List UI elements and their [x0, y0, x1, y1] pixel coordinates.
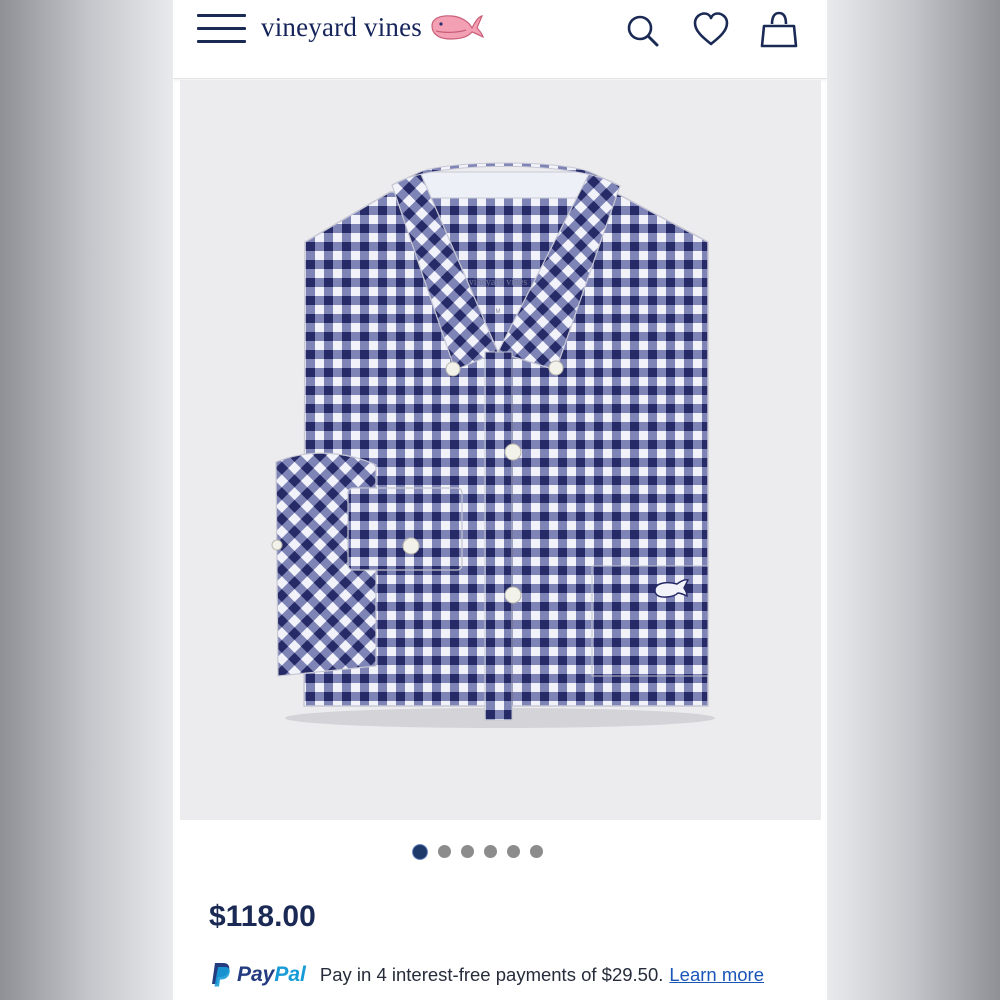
image-carousel-dots [173, 843, 827, 861]
bag-icon[interactable] [759, 10, 799, 50]
carousel-dot[interactable] [530, 845, 543, 858]
brand-logo[interactable]: vineyard vines [261, 10, 486, 44]
site-header: vineyard vines [173, 0, 827, 79]
paypal-pay-later: PayPal Pay in 4 interest-free payments o… [209, 960, 764, 990]
heart-icon[interactable] [691, 10, 731, 50]
carousel-dot[interactable] [507, 845, 520, 858]
carousel-dot[interactable] [438, 845, 451, 858]
whale-logo-icon [431, 15, 484, 40]
paypal-icon [212, 963, 230, 987]
carousel-dot[interactable] [484, 845, 497, 858]
product-price: $118.00 [209, 900, 316, 933]
menu-icon[interactable] [197, 14, 247, 44]
shirt-label-text: vineyard vines [469, 277, 528, 288]
carousel-dot[interactable] [412, 843, 428, 860]
paypal-pay: Pay [237, 963, 275, 986]
product-page: vineyard vines vineyard vines M $118.00 … [173, 0, 827, 1000]
paypal-wordmark: PayPal [237, 963, 306, 987]
carousel-dot[interactable] [461, 845, 474, 858]
brand-name: vineyard vines [261, 11, 423, 42]
shirt-size-text: M [496, 309, 501, 315]
learn-more-link[interactable]: Learn more [669, 964, 764, 986]
product-image[interactable]: vineyard vines M [180, 80, 821, 820]
search-icon[interactable] [623, 10, 663, 50]
paypal-pal: Pal [274, 963, 306, 986]
paypal-installment-text: Pay in 4 interest-free payments of $29.5… [319, 964, 664, 985]
shirt-image: vineyard vines M [271, 162, 715, 728]
